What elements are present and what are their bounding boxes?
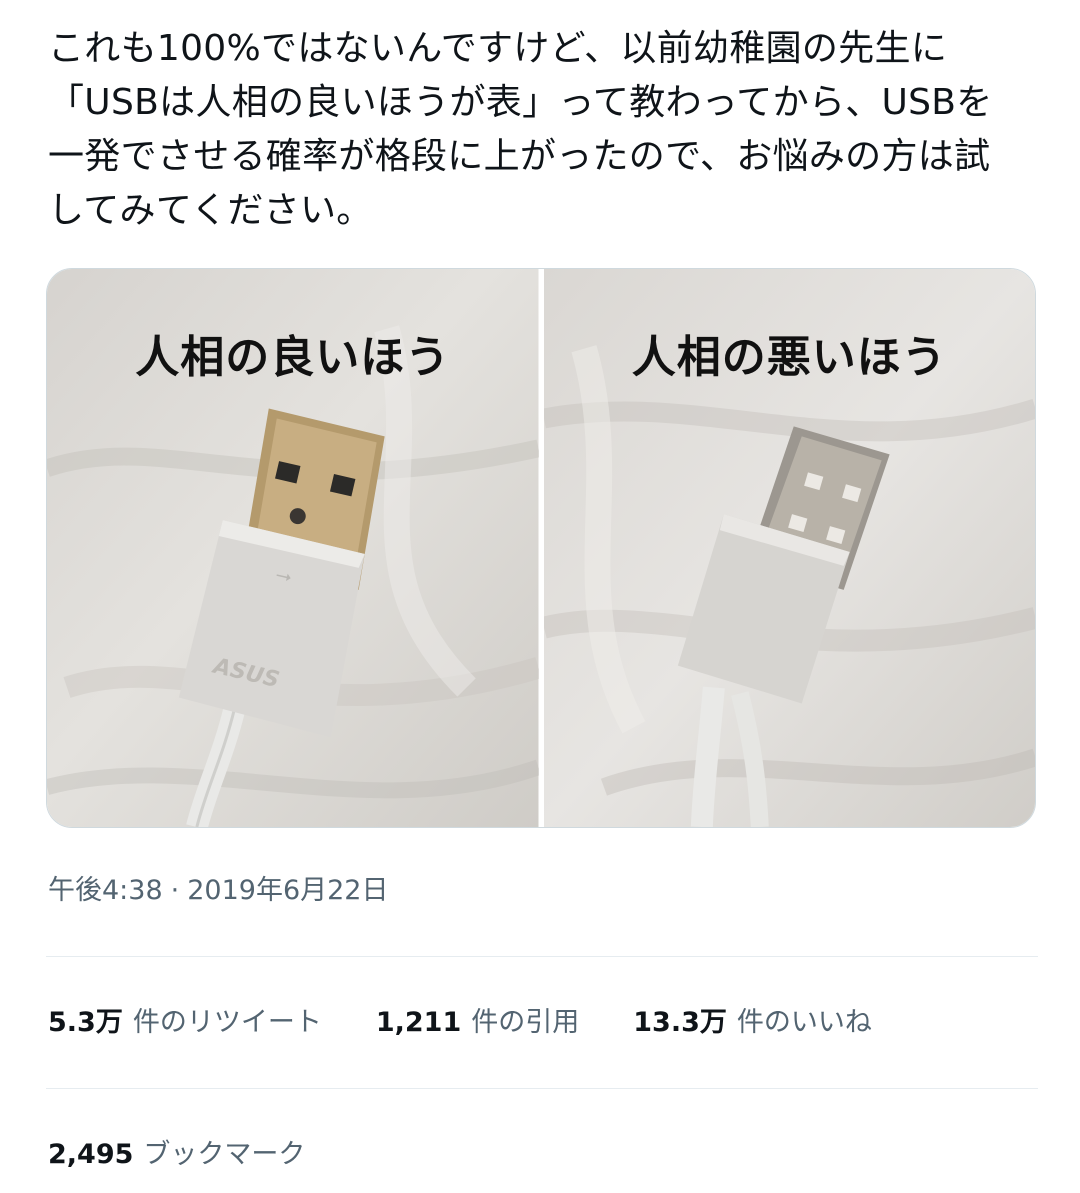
tweet-text-line: 一発でさせる確率が格段に上がったので、お悩みの方は試 [48,136,991,177]
like-count-link[interactable]: 13.3万 件のいいね [633,1000,872,1039]
bookmark-count: 2,495 [48,1139,134,1170]
photo-caption: 人相の良いほう [135,332,451,383]
quote-count-link[interactable]: 1,211 件の引用 [376,1000,579,1039]
retweet-count: 5.3万 [48,1007,123,1038]
quote-count: 1,211 [375,1007,462,1038]
photo-good-face[interactable]: ⭢ ASUS 人相の良いほう [47,269,539,827]
tweet-text-line: してみてください。 [48,190,373,231]
tweet-text-line: 「USBは人相の良いほうが表」って教わってから、USBを [48,82,993,123]
bookmark-label: ブックマーク [143,1139,306,1170]
tweet-media: ⭢ ASUS 人相の良いほう 人相の悪いほう [46,268,1036,828]
quote-label: 件の引用 [471,1007,580,1038]
retweet-count-link[interactable]: 5.3万 件のリツイート [48,1000,322,1039]
timestamp-time: 午後4:38 [48,875,163,906]
bookmark-count-link[interactable]: 2,495 ブックマーク [48,1132,305,1171]
like-label: 件のいいね [736,1007,872,1038]
timestamp-date: 2019年6月22日 [187,875,389,906]
divider [46,1088,1038,1089]
photo-caption: 人相の悪いほう [631,332,947,383]
divider [46,956,1038,957]
tweet-text-line: これも100%ではないんですけど、以前幼稚園の先生に [48,28,948,69]
engagement-stats: 5.3万 件のリツイート 1,211 件の引用 13.3万 件のいいね [48,1000,872,1039]
tweet-timestamp[interactable]: 午後4:38 · 2019年6月22日 [48,868,388,907]
retweet-label: 件のリツイート [132,1007,322,1038]
like-count: 13.3万 [633,1007,727,1038]
timestamp-separator: · [170,875,180,906]
tweet-text: これも100%ではないんですけど、以前幼稚園の先生に 「USBは人相の良いほうが… [48,22,1043,238]
photo-bad-face[interactable]: 人相の悪いほう [543,269,1035,827]
